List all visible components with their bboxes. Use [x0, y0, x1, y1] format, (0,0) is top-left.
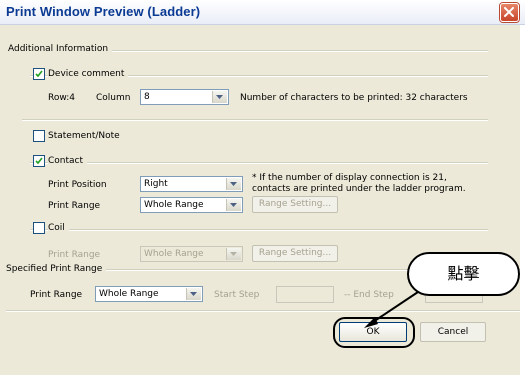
group-label-specified-range: Specified Print Range	[6, 264, 107, 274]
print-position-select[interactable]: Right	[140, 176, 243, 192]
chars-note: Number of characters to be printed: 32 c…	[240, 93, 468, 103]
column-select[interactable]: 8	[140, 89, 229, 105]
connection-note-line2: contacts are printed under the ladder pr…	[252, 184, 466, 194]
contact-print-range-value: Whole Range	[144, 200, 204, 210]
column-select-value: 8	[144, 92, 150, 102]
specified-print-range-value: Whole Range	[99, 289, 159, 299]
coil-divider	[30, 229, 488, 231]
coil-label: Coil	[48, 223, 69, 233]
print-preview-dialog: Print Window Preview (Ladder) Additional…	[0, 0, 525, 379]
start-step-input[interactable]	[276, 286, 334, 303]
close-button[interactable]	[500, 3, 519, 22]
coil-print-range-select[interactable]: Whole Range	[140, 246, 243, 262]
contact-print-range-select[interactable]: Whole Range	[140, 197, 243, 213]
coil-checkbox[interactable]	[33, 222, 45, 234]
coil-print-range-dropdown-button[interactable]	[226, 248, 241, 260]
coil-range-setting-button[interactable]: Range Setting...	[252, 245, 338, 262]
chevron-down-icon	[230, 252, 237, 256]
contact-print-range-dropdown-button[interactable]	[226, 199, 241, 211]
dialog-body: Additional Information Device comment Ro…	[0, 25, 520, 375]
specified-print-range-select[interactable]: Whole Range	[95, 286, 203, 302]
print-position-label: Print Position	[48, 180, 107, 190]
statement-note-checkbox[interactable]	[33, 130, 45, 142]
print-position-dropdown-button[interactable]	[226, 178, 241, 190]
checkmark-icon	[35, 70, 43, 78]
callout-arrow-icon	[364, 291, 419, 328]
contact-print-range-label: Print Range	[48, 201, 101, 211]
coil-print-range-label: Print Range	[48, 250, 101, 260]
chevron-down-icon	[230, 182, 237, 186]
contact-checkbox[interactable]	[33, 155, 45, 167]
chevron-down-icon	[190, 292, 197, 296]
device-comment-checkbox[interactable]	[33, 68, 45, 80]
specified-print-range-label: Print Range	[30, 290, 83, 300]
group-label-additional-info: Additional Information	[8, 44, 113, 54]
click-callout: 點擊	[407, 252, 520, 296]
checkmark-icon	[35, 157, 43, 165]
device-comment-label: Device comment	[48, 69, 129, 79]
contact-range-setting-button[interactable]: Range Setting...	[252, 196, 338, 213]
window-title: Print Window Preview (Ladder)	[6, 4, 201, 19]
row-label: Row:4	[48, 93, 75, 103]
coil-print-range-value: Whole Range	[144, 249, 204, 259]
chevron-down-icon	[216, 95, 223, 99]
column-label: Column	[96, 93, 131, 103]
start-step-label: Start Step	[214, 290, 260, 300]
title-bar[interactable]: Print Window Preview (Ladder)	[0, 0, 525, 25]
connection-note-line1: * If the number of display connection is…	[252, 173, 447, 183]
print-position-value: Right	[144, 179, 168, 189]
close-icon	[504, 7, 514, 17]
statement-note-label: Statement/Note	[48, 131, 120, 141]
chevron-down-icon	[230, 203, 237, 207]
contact-label: Contact	[48, 156, 88, 166]
footer-divider	[6, 310, 520, 312]
column-dropdown-button[interactable]	[212, 91, 227, 103]
section-divider	[22, 119, 488, 121]
specified-print-range-dropdown-button[interactable]	[186, 288, 201, 300]
contact-divider	[30, 162, 488, 164]
